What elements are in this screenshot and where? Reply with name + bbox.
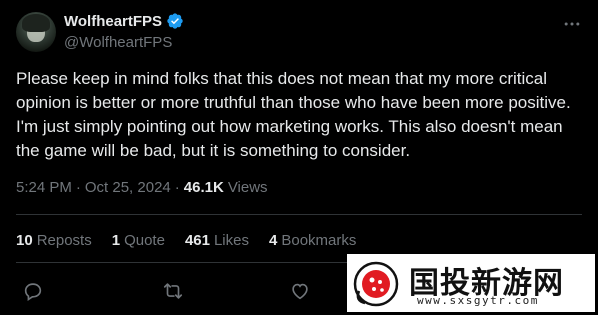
quotes-count: 1 — [111, 232, 121, 249]
bookmarks-stat[interactable]: 4 Bookmarks — [269, 232, 356, 249]
reposts-stat[interactable]: 10 Reposts — [16, 232, 92, 249]
handle[interactable]: @WolfheartFPS — [64, 34, 172, 51]
quotes-stat[interactable]: 1 Quote — [112, 232, 165, 249]
like-icon — [292, 283, 308, 300]
meta-separator: · — [174, 179, 180, 196]
meta-separator: · — [75, 179, 81, 196]
post-time[interactable]: 5:24 PM — [16, 179, 72, 196]
verified-badge-icon — [167, 13, 183, 29]
quotes-label: Quote — [124, 232, 165, 249]
likes-count: 461 — [184, 232, 210, 249]
divider — [16, 214, 582, 215]
author-row: WolfheartFPS — [64, 12, 184, 30]
views-count: 46.1K — [183, 179, 224, 196]
display-name[interactable]: WolfheartFPS — [64, 13, 162, 30]
likes-label: Likes — [213, 232, 249, 249]
post-date[interactable]: Oct 25, 2024 — [85, 179, 171, 196]
bookmarks-label: Bookmarks — [281, 232, 357, 249]
post-meta: 5:24 PM · Oct 25, 2024 · 46.1K Views — [16, 179, 268, 196]
engagement-stats: 10 Reposts 1 Quote 461 Likes 4 Bookmarks — [16, 232, 356, 249]
repost-button[interactable] — [162, 280, 184, 302]
views-label: Views — [227, 179, 268, 196]
reposts-count: 10 — [16, 232, 33, 249]
like-button[interactable] — [289, 280, 311, 302]
watermark-overlay: 国投新游网 www.sxsgytr.com — [347, 254, 595, 312]
reply-icon — [24, 283, 42, 301]
more-options-icon[interactable] — [562, 14, 582, 34]
avatar[interactable] — [16, 12, 56, 52]
post: WolfheartFPS @WolfheartFPS Please keep i… — [0, 0, 598, 315]
repost-icon — [163, 283, 183, 299]
post-text: Please keep in mind folks that this does… — [16, 69, 571, 160]
reply-button[interactable] — [22, 280, 44, 302]
watermark-logo-icon — [353, 261, 399, 307]
watermark-url: www.sxsgytr.com — [417, 294, 539, 307]
likes-stat[interactable]: 461 Likes — [185, 232, 249, 249]
reposts-label: Reposts — [36, 232, 92, 249]
bookmarks-count: 4 — [269, 232, 278, 249]
